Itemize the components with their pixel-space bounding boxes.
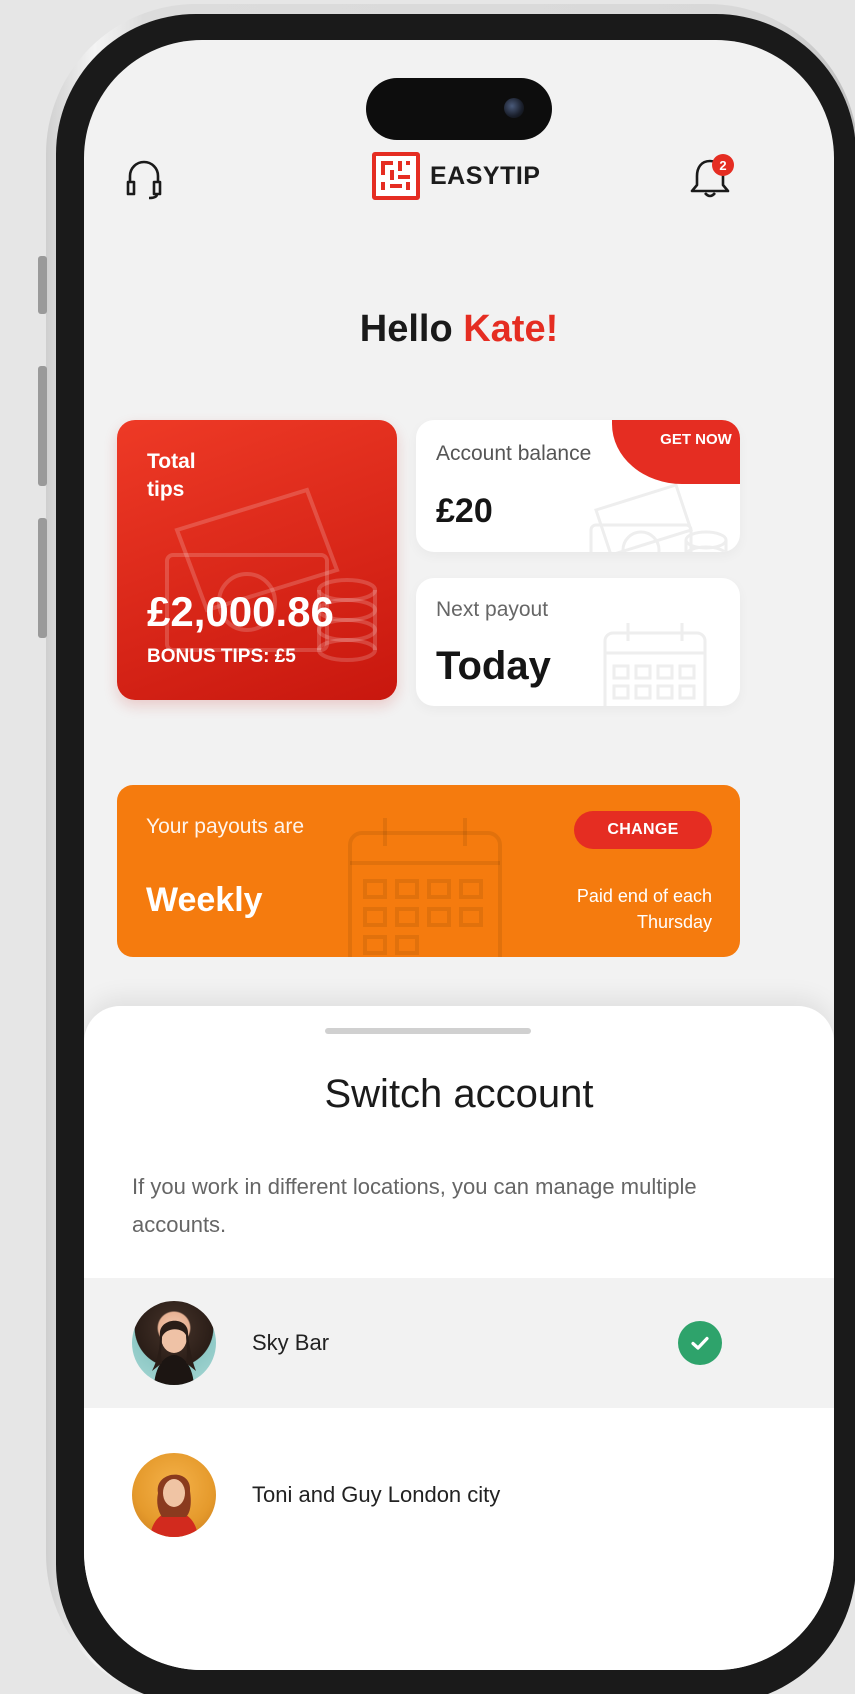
brand-logo: EASYTIP	[372, 152, 540, 200]
camera	[504, 98, 524, 118]
total-tips-amount: £2,000.86	[147, 588, 334, 635]
app-screen: EASYTIP 2 Hello Kate! Total tips £2,000.…	[84, 40, 834, 1670]
avatar	[132, 1301, 216, 1385]
phone-side-button	[38, 518, 47, 638]
next-payout-label: Next payout	[436, 598, 549, 621]
payout-schedule-label: Your payouts are	[146, 815, 305, 838]
calendar-icon	[603, 623, 707, 706]
account-row[interactable]: Toni and Guy London city	[84, 1430, 834, 1560]
next-payout-value: Today	[436, 644, 551, 688]
payout-schedule-card: Your payouts are Weekly CHANGE Paid end …	[117, 785, 740, 957]
support-button[interactable]	[114, 150, 174, 206]
sheet-title: Switch account	[324, 1072, 594, 1116]
total-tips-card[interactable]: Total tips £2,000.86 BONUS TIPS: £5	[117, 420, 397, 700]
account-name: Toni and Guy London city	[252, 1482, 501, 1507]
account-row[interactable]: Sky Bar	[84, 1278, 834, 1408]
account-name: Sky Bar	[252, 1330, 330, 1355]
total-tips-label: Total tips	[147, 450, 196, 501]
account-balance-card[interactable]: Account balance £20 GET NOW	[416, 420, 740, 552]
notification-badge: 2	[712, 154, 734, 176]
calendar-icon	[348, 818, 502, 957]
headset-icon	[126, 160, 162, 200]
payout-frequency: Weekly	[146, 881, 263, 919]
switch-account-sheet: Switch account If you work in different …	[84, 1006, 834, 1670]
bonus-tips: BONUS TIPS: £5	[147, 646, 296, 667]
phone-side-button	[38, 366, 47, 486]
greeting-text: Hello	[359, 308, 453, 350]
dynamic-island	[366, 78, 552, 140]
brand-name: EASYTIP	[430, 161, 541, 190]
payout-day-note: Paid end of each Thursday	[576, 886, 712, 932]
check-icon	[691, 1336, 709, 1350]
selected-check	[678, 1321, 722, 1365]
notifications-button[interactable]: 2	[680, 150, 740, 206]
phone-side-button	[38, 256, 47, 314]
easytip-logo-icon	[372, 152, 420, 200]
person-avatar-icon	[152, 1320, 196, 1385]
account-balance-label: Account balance	[436, 442, 592, 465]
person-avatar-icon	[150, 1474, 198, 1537]
next-payout-card[interactable]: Next payout Today	[416, 578, 740, 706]
change-schedule-button[interactable]: CHANGE	[574, 811, 712, 849]
greeting: Hello Kate!	[84, 308, 834, 351]
sheet-description: If you work in different locations, you …	[132, 1174, 697, 1237]
sheet-drag-handle[interactable]	[325, 1028, 531, 1034]
account-balance-amount: £20	[436, 492, 493, 530]
user-name: Kate!	[463, 308, 559, 350]
avatar	[132, 1453, 216, 1537]
